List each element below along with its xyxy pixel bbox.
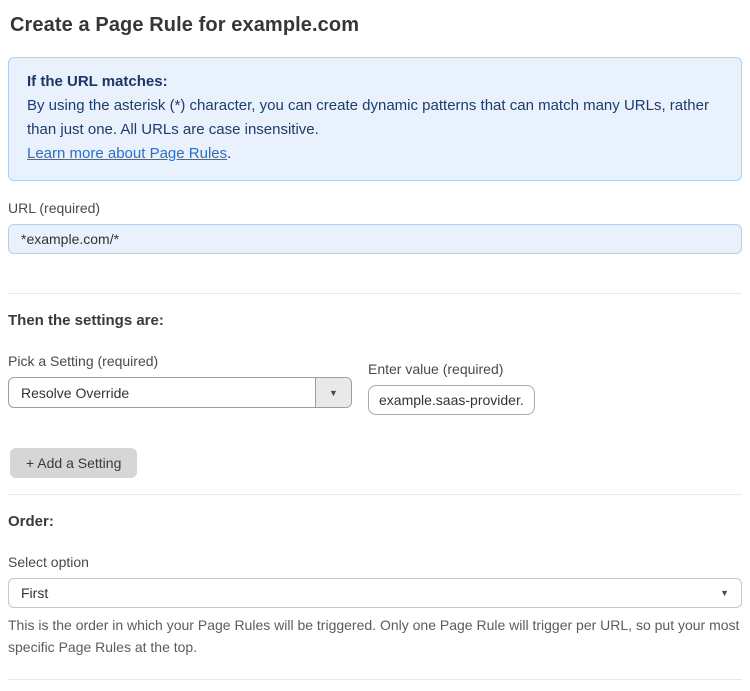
setting-select-dropdown[interactable]: Resolve Override ▼	[8, 377, 352, 408]
info-box-heading: If the URL matches:	[27, 73, 168, 90]
chevron-down-icon[interactable]: ▼	[315, 378, 351, 407]
learn-more-page-rules-link[interactable]: Learn more about Page Rules	[27, 145, 227, 162]
url-match-info-box: If the URL matches: By using the asteris…	[8, 57, 742, 181]
order-section-heading: Order:	[8, 513, 54, 530]
order-select-label: Select option	[8, 554, 89, 570]
order-help-text: This is the order in which your Page Rul…	[8, 617, 740, 655]
setting-value-input[interactable]	[368, 385, 535, 415]
section-divider	[8, 494, 742, 495]
settings-section-heading: Then the settings are:	[8, 312, 164, 329]
setting-value-column: Enter value (required)	[368, 361, 535, 415]
setting-select-value: Resolve Override	[21, 384, 130, 401]
url-input[interactable]	[8, 224, 742, 254]
order-select-value: First	[21, 585, 49, 601]
settings-row: Pick a Setting (required) Resolve Overri…	[8, 353, 742, 415]
link-suffix-period: .	[227, 145, 232, 162]
setting-select-label: Pick a Setting (required)	[8, 353, 159, 369]
section-divider	[8, 293, 742, 294]
info-box-link-line: Learn more about Page Rules.	[27, 142, 723, 166]
page-title: Create a Page Rule for example.com	[10, 14, 360, 36]
create-page-rule-panel: Create a Page Rule for example.com If th…	[0, 0, 750, 691]
order-select-dropdown[interactable]: First ▼	[8, 578, 742, 608]
add-setting-button[interactable]: + Add a Setting	[10, 448, 138, 478]
value-field-label: Enter value (required)	[368, 361, 504, 377]
chevron-down-icon: ▼	[720, 588, 729, 598]
section-divider	[8, 679, 742, 680]
setting-select-column: Pick a Setting (required) Resolve Overri…	[8, 353, 352, 408]
url-field-label: URL (required)	[8, 200, 101, 216]
info-box-body: By using the asterisk (*) character, you…	[27, 97, 709, 138]
